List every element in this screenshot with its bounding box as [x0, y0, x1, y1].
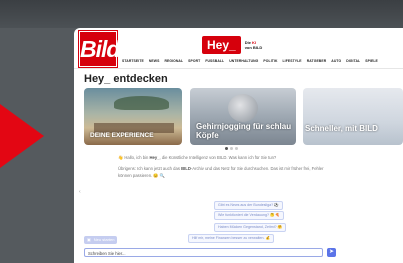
suggestion-chip[interactable]: Haben Mücken Gegenstand, Zeitmi? 🤗 — [214, 223, 287, 232]
intro-line-1: 👋 Hallo, ich bin Hey_, die Künstliche In… — [118, 154, 328, 161]
new-start-label: Neu starten — [93, 237, 115, 242]
nav-item-startseite[interactable]: STARTSEITE — [122, 59, 144, 63]
nav-item-fussball[interactable]: FUSSBALL — [205, 59, 224, 63]
hey-logo[interactable]: Hey_ Die KI von BILD — [202, 36, 262, 54]
nav-item-spiele[interactable]: SPIELE — [365, 59, 378, 63]
hey-logo-word: Hey_ — [202, 36, 241, 54]
nav-item-politik[interactable]: POLITIK — [263, 59, 277, 63]
intro-text: Übrigens: Ich kann jetzt auch das — [118, 166, 182, 171]
intro-bold: BILD — [181, 166, 191, 171]
desktop-background — [0, 0, 403, 28]
nav-divider — [74, 68, 403, 69]
nav-item-regional[interactable]: REGIONAL — [164, 59, 183, 63]
nav-item-auto[interactable]: AUTO — [331, 59, 341, 63]
red-arrow-pointer — [0, 104, 44, 168]
card-image-palms — [114, 96, 169, 110]
carousel-dots — [225, 147, 238, 150]
intro-text: 👋 Hallo, ich bin — [118, 155, 150, 160]
nav-item-sport[interactable]: SPORT — [188, 59, 200, 63]
card-title: DEINE EXPERIENCE — [90, 132, 154, 139]
carousel-dot[interactable] — [235, 147, 238, 150]
nav-item-unterhaltung[interactable]: UNTERHALTUNG — [229, 59, 258, 63]
chat-icon: ▣ — [87, 237, 91, 242]
suggestion-chip[interactable]: Wie funktioniert die Verdauung? 🤔 🍕 — [214, 211, 284, 220]
new-start-button[interactable]: ▣ Neu starten — [84, 236, 118, 244]
browser-window: Bild Hey_ Die KI von BILD STARTSEITE NEW… — [74, 28, 403, 263]
send-icon[interactable]: ➤ — [327, 248, 336, 257]
hey-logo-tagline: Die KI von BILD — [245, 40, 263, 50]
nav-item-news[interactable]: NEWS — [149, 59, 160, 63]
chat-input[interactable]: Schreiben Sie hier... — [84, 248, 323, 257]
intro-message: 👋 Hallo, ich bin Hey_, die Künstliche In… — [118, 154, 328, 183]
carousel-dot-active[interactable] — [225, 147, 228, 150]
nav-item-digital[interactable]: DIGITAL — [346, 59, 360, 63]
tagline-line2: von BILD — [244, 45, 263, 50]
bild-logo[interactable]: Bild — [79, 31, 120, 67]
intro-line-2: Übrigens: Ich kann jetzt auch das BILD-A… — [118, 165, 328, 179]
card-title: Gehirnjogging für schlau Köpfe — [196, 122, 292, 140]
intro-bold: Hey_ — [149, 155, 160, 160]
suggestion-chip[interactable]: Hilf mir, meine Finanzen besser zu verwa… — [188, 234, 274, 243]
card-brain-training[interactable]: Gehirnjogging für schlau Köpfe — [190, 88, 296, 145]
nav-item-lifestyle[interactable]: LIFESTYLE — [283, 59, 302, 63]
nav-item-ratgeber[interactable]: RATGEBER — [307, 59, 327, 63]
page-title: Hey_ entdecken — [84, 73, 168, 85]
card-image-head — [228, 94, 258, 122]
carousel-dot[interactable] — [230, 147, 233, 150]
card-experience[interactable]: DEINE EXPERIENCE — [84, 88, 182, 145]
card-faster[interactable]: Schneller, mit BILD — [303, 88, 403, 145]
chevron-left-icon[interactable]: ‹ — [79, 189, 81, 195]
card-title: Schneller, mit BILD — [305, 124, 378, 133]
main-nav: STARTSEITE NEWS REGIONAL SPORT FUSSBALL … — [122, 59, 378, 63]
intro-text: , die Künstliche Intelligenz von BILD. W… — [159, 155, 277, 160]
suggestion-chip[interactable]: Gibt es News aus der Bundesliga? ⚽ — [214, 201, 283, 210]
